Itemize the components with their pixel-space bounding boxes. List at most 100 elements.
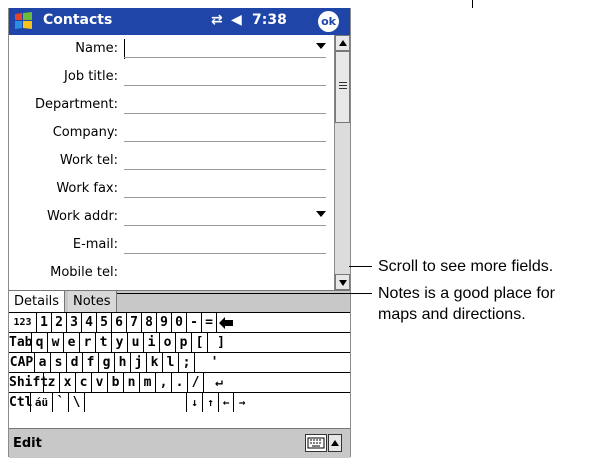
key-q[interactable]: q [32,333,48,352]
key-caps[interactable]: CAP [9,353,35,372]
vertical-scrollbar[interactable] [334,35,350,290]
scroll-down-icon [339,280,347,286]
scroll-down-button[interactable] [335,274,350,290]
field-row-department[interactable]: Department: [9,91,334,119]
key-shift[interactable]: Shift [9,373,48,392]
key-3[interactable]: 3 [67,313,82,332]
key-backslash[interactable]: \ [69,393,85,412]
key-space[interactable] [85,393,187,412]
key-arrow-down[interactable]: ↓ [187,393,203,412]
key-6[interactable]: 6 [112,313,127,332]
key-p[interactable]: p [176,333,192,352]
field-label: Work addr: [46,209,118,224]
field-row-work-tel[interactable]: Work tel: [9,147,334,175]
key-right-bracket[interactable]: ] [208,333,234,352]
key-comma[interactable]: , [156,373,172,392]
tab-notes[interactable]: Notes [68,291,117,312]
key-8[interactable]: 8 [142,313,157,332]
work-fax-input[interactable] [124,197,326,198]
key-l[interactable]: l [163,353,179,372]
key-t[interactable]: t [96,333,112,352]
key-w[interactable]: w [48,333,64,352]
field-row-mobile-tel[interactable]: Mobile tel: [9,259,334,287]
key-n[interactable]: n [124,373,140,392]
key-slash[interactable]: / [188,373,204,392]
key-7[interactable]: 7 [127,313,142,332]
key-arrow-up[interactable]: ↑ [203,393,219,412]
scroll-thumb[interactable] [335,51,350,123]
backspace-key[interactable] [217,313,234,332]
key-s[interactable]: s [51,353,67,372]
company-input[interactable] [124,141,326,142]
work-tel-input[interactable] [124,169,326,170]
email-input[interactable] [124,253,326,254]
key-intl[interactable]: áü [31,393,53,412]
key-d[interactable]: d [67,353,83,372]
key-f[interactable]: f [83,353,99,372]
work-addr-input[interactable] [124,225,326,226]
key-a[interactable]: a [35,353,51,372]
key-1[interactable]: 1 [37,313,52,332]
scroll-up-button[interactable] [335,35,350,51]
key-c[interactable]: c [76,373,92,392]
ok-button[interactable]: ok [318,11,339,32]
text-cursor [124,39,125,59]
key-2[interactable]: 2 [52,313,67,332]
windows-start-icon[interactable] [11,10,37,33]
key-i[interactable]: i [144,333,160,352]
key-h[interactable]: h [115,353,131,372]
key-u[interactable]: u [128,333,144,352]
tab-details[interactable]: Details [9,291,66,312]
key-x[interactable]: x [60,373,76,392]
dropdown-arrow-icon[interactable] [316,43,326,49]
key-v[interactable]: v [92,373,108,392]
key-b[interactable]: b [108,373,124,392]
dropdown-arrow-icon[interactable] [316,211,326,217]
field-row-email[interactable]: E-mail: [9,231,334,259]
field-row-name[interactable]: Name: [9,35,334,63]
title-bar: Contacts ⇄ ◀ 7:38 ok [9,8,350,35]
key-9[interactable]: 9 [157,313,172,332]
key-r[interactable]: r [80,333,96,352]
field-row-work-fax[interactable]: Work fax: [9,175,334,203]
field-row-company[interactable]: Company: [9,119,334,147]
key-z[interactable]: z [44,373,60,392]
speaker-icon[interactable]: ◀ [231,12,242,28]
key-k[interactable]: k [147,353,163,372]
key-5[interactable]: 5 [97,313,112,332]
key-4[interactable]: 4 [82,313,97,332]
key-e[interactable]: e [64,333,80,352]
job-title-input[interactable] [124,85,326,86]
key-0[interactable]: 0 [172,313,187,332]
key-ctl[interactable]: Ctl [9,393,32,412]
keyboard-row-qwerty: Tab q w e r t y u i o p [ ] [9,333,350,353]
field-row-job-title[interactable]: Job title: [9,63,334,91]
key-equals[interactable]: = [202,313,217,332]
key-period[interactable]: . [172,373,188,392]
keyboard-icon[interactable] [305,434,327,452]
key-left-bracket[interactable]: [ [192,333,208,352]
department-input[interactable] [124,113,326,114]
key-arrow-left[interactable]: ← [219,393,234,412]
key-apostrophe[interactable]: ' [195,353,234,372]
field-row-work-addr[interactable]: Work addr: [9,203,334,231]
key-arrow-right[interactable]: → [234,393,250,412]
key-g[interactable]: g [99,353,115,372]
key-123[interactable]: 123 [9,313,37,332]
enter-key[interactable]: ↵ [204,373,234,392]
key-o[interactable]: o [160,333,176,352]
input-selector-arrow-icon[interactable] [328,434,342,452]
key-semicolon[interactable]: ; [179,353,195,372]
grip-icon [339,82,347,91]
key-minus[interactable]: - [187,313,202,332]
key-m[interactable]: m [140,373,156,392]
edit-menu[interactable]: Edit [13,436,42,451]
clock[interactable]: 7:38 [252,12,287,28]
connectivity-icon[interactable]: ⇄ [211,12,223,28]
key-y[interactable]: y [112,333,128,352]
name-input[interactable] [124,57,326,58]
key-backtick[interactable]: ` [53,393,69,412]
key-tab[interactable]: Tab [9,333,32,352]
field-label: Work tel: [59,153,118,168]
key-j[interactable]: j [131,353,147,372]
